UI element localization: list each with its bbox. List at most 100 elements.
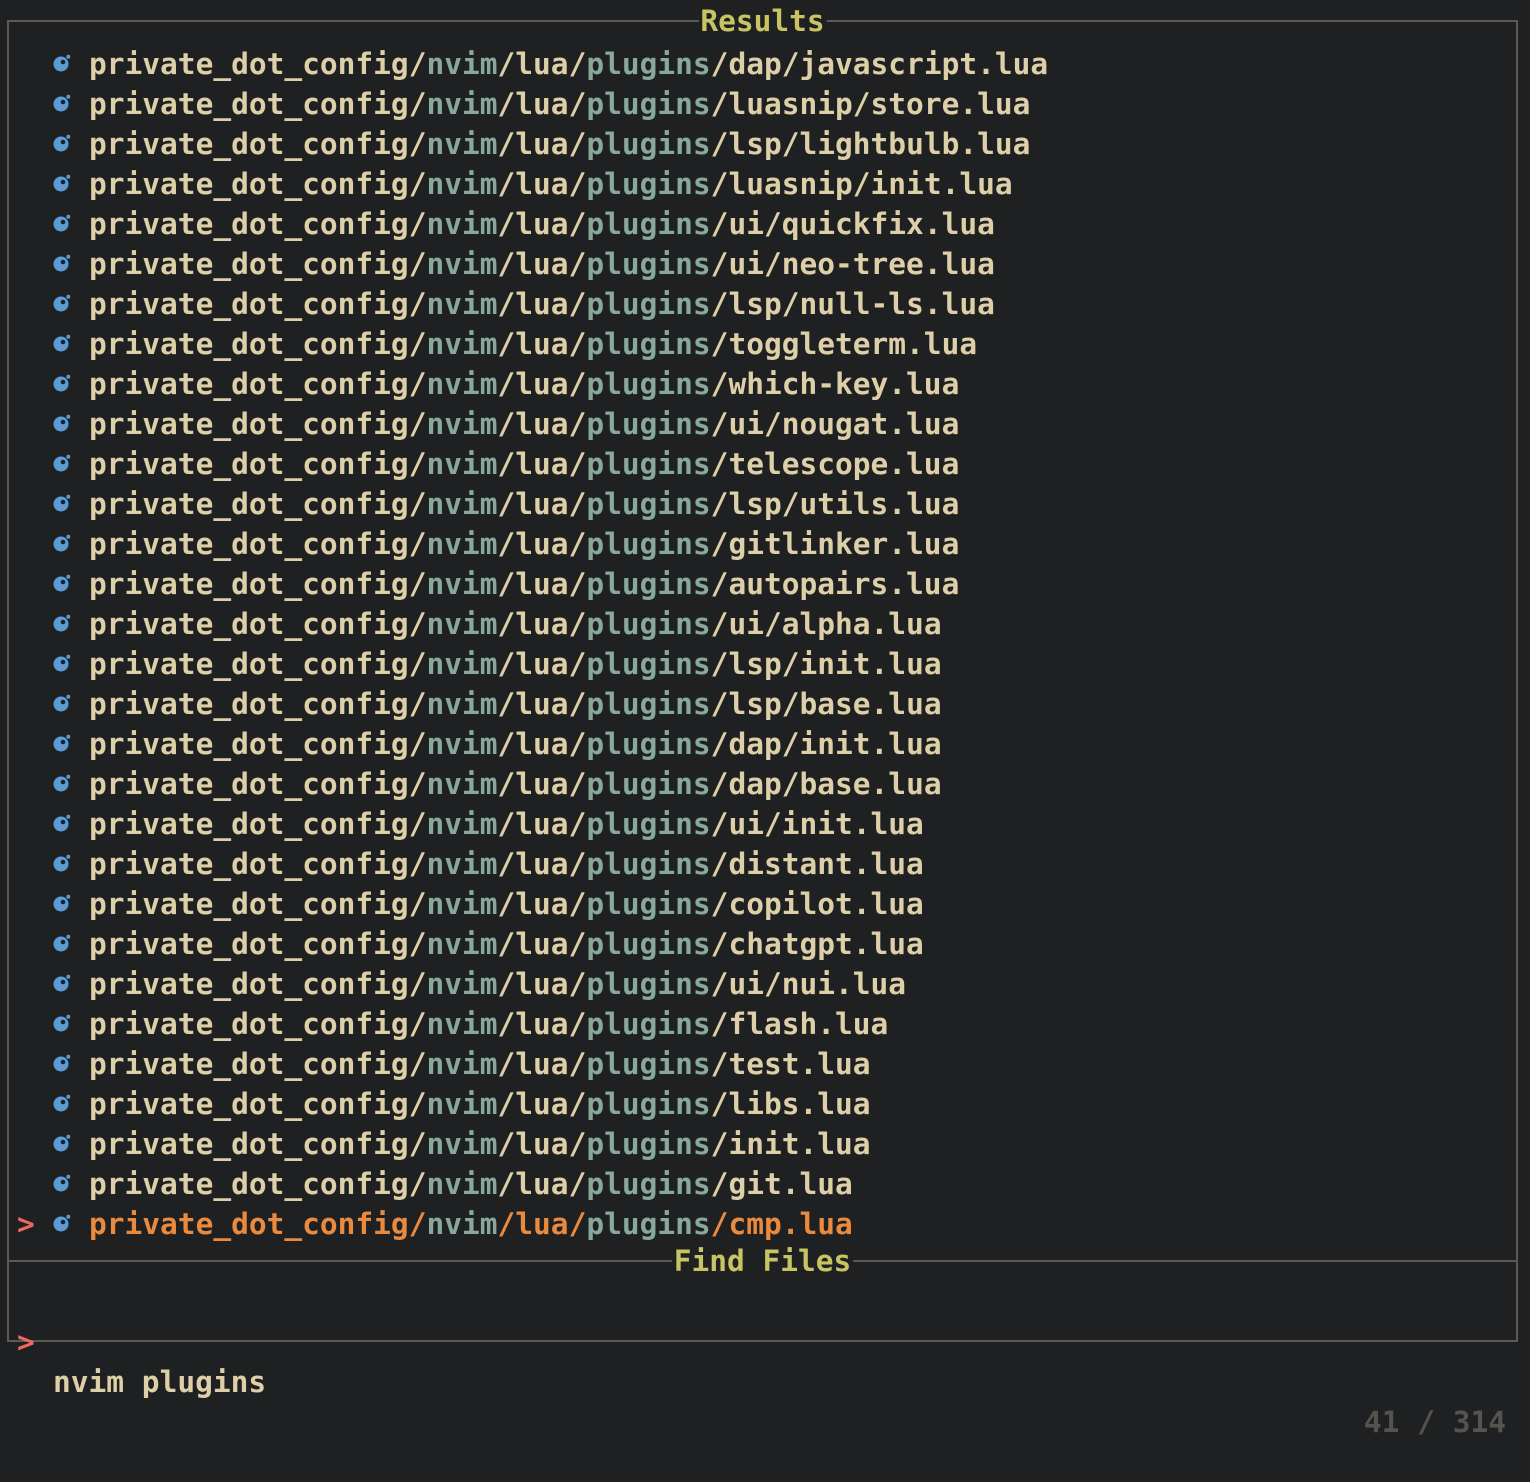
prompt-caret: > [17,1325,35,1359]
result-path: private_dot_config/nvim/lua/plugins/chat… [89,927,924,961]
result-path: private_dot_config/nvim/lua/plugins/dap/… [89,47,1049,81]
result-row[interactable]: private_dot_config/nvim/lua/plugins/ui/a… [9,604,1516,644]
lua-file-icon [53,454,71,472]
lua-file-icon [53,174,71,192]
lua-file-icon [53,1134,71,1152]
lua-file-icon [53,1014,71,1032]
result-row[interactable]: private_dot_config/nvim/lua/plugins/lsp/… [9,124,1516,164]
lua-file-icon [53,934,71,952]
result-row[interactable]: private_dot_config/nvim/lua/plugins/git.… [9,1164,1516,1204]
result-path: private_dot_config/nvim/lua/plugins/ui/i… [89,807,924,841]
result-row[interactable]: private_dot_config/nvim/lua/plugins/ui/n… [9,244,1516,284]
result-path: private_dot_config/nvim/lua/plugins/luas… [89,167,1013,201]
result-path: private_dot_config/nvim/lua/plugins/test… [89,1047,871,1081]
result-path: private_dot_config/nvim/lua/plugins/git.… [89,1167,853,1201]
lua-file-icon [53,294,71,312]
result-row[interactable]: private_dot_config/nvim/lua/plugins/test… [9,1044,1516,1084]
lua-file-icon [53,214,71,232]
result-row[interactable]: private_dot_config/nvim/lua/plugins/copi… [9,884,1516,924]
result-row[interactable]: private_dot_config/nvim/lua/plugins/lsp/… [9,484,1516,524]
result-row-selected[interactable]: > private_dot_config/nvim/lua/plugins/cmp… [9,1204,1516,1244]
result-row[interactable]: private_dot_config/nvim/lua/plugins/libs… [9,1084,1516,1124]
result-row[interactable]: private_dot_config/nvim/lua/plugins/gitl… [9,524,1516,564]
lua-file-icon [53,1094,71,1112]
result-row[interactable]: private_dot_config/nvim/lua/plugins/dap/… [9,764,1516,804]
result-path: private_dot_config/nvim/lua/plugins/ui/a… [89,607,942,641]
result-path: private_dot_config/nvim/lua/plugins/ui/n… [89,967,907,1001]
result-path: private_dot_config/nvim/lua/plugins/auto… [89,567,960,601]
lua-file-icon [53,974,71,992]
lua-file-icon [53,94,71,112]
result-path: private_dot_config/nvim/lua/plugins/dist… [89,847,924,881]
result-path: private_dot_config/nvim/lua/plugins/cmp.… [89,1207,853,1241]
result-row[interactable]: private_dot_config/nvim/lua/plugins/lsp/… [9,684,1516,724]
result-counter: 41 / 314 [1363,1405,1506,1439]
lua-file-icon [53,1214,71,1232]
selection-caret: > [17,1207,35,1241]
result-row[interactable]: private_dot_config/nvim/lua/plugins/luas… [9,84,1516,124]
lua-file-icon [53,774,71,792]
prompt-line: > nvim plugins 41 / 314 [17,1282,1506,1439]
result-path: private_dot_config/nvim/lua/plugins/whic… [89,367,960,401]
result-path: private_dot_config/nvim/lua/plugins/ui/n… [89,247,995,281]
result-path: private_dot_config/nvim/lua/plugins/dap/… [89,727,942,761]
result-path: private_dot_config/nvim/lua/plugins/lsp/… [89,287,995,321]
lua-file-icon [53,414,71,432]
result-row[interactable]: private_dot_config/nvim/lua/plugins/tele… [9,444,1516,484]
lua-file-icon [53,694,71,712]
result-row[interactable]: private_dot_config/nvim/lua/plugins/luas… [9,164,1516,204]
result-row[interactable]: private_dot_config/nvim/lua/plugins/togg… [9,324,1516,364]
search-input[interactable]: nvim plugins [53,1362,266,1402]
result-path: private_dot_config/nvim/lua/plugins/ui/q… [89,207,995,241]
lua-file-icon [53,534,71,552]
result-row[interactable]: private_dot_config/nvim/lua/plugins/dap/… [9,44,1516,84]
result-path: private_dot_config/nvim/lua/plugins/lsp/… [89,127,1031,161]
result-path: private_dot_config/nvim/lua/plugins/lsp/… [89,487,960,521]
lua-file-icon [53,1174,71,1192]
lua-file-icon [53,334,71,352]
result-row[interactable]: private_dot_config/nvim/lua/plugins/ui/q… [9,204,1516,244]
result-row[interactable]: private_dot_config/nvim/lua/plugins/ui/n… [9,404,1516,444]
result-path: private_dot_config/nvim/lua/plugins/copi… [89,887,924,921]
lua-file-icon [53,614,71,632]
result-row[interactable]: private_dot_config/nvim/lua/plugins/init… [9,1124,1516,1164]
prompt-title: Find Files [671,1244,854,1278]
result-path: private_dot_config/nvim/lua/plugins/ui/n… [89,407,960,441]
lua-file-icon [53,374,71,392]
result-path: private_dot_config/nvim/lua/plugins/lsp/… [89,647,942,681]
lua-file-icon [53,54,71,72]
lua-file-icon [53,254,71,272]
result-row[interactable]: private_dot_config/nvim/lua/plugins/dist… [9,844,1516,884]
result-path: private_dot_config/nvim/lua/plugins/libs… [89,1087,871,1121]
lua-file-icon [53,814,71,832]
result-row[interactable]: private_dot_config/nvim/lua/plugins/lsp/… [9,284,1516,324]
result-row[interactable]: private_dot_config/nvim/lua/plugins/auto… [9,564,1516,604]
prompt-panel: Find Files > nvim plugins 41 / 314 [7,1244,1518,1439]
result-row[interactable]: private_dot_config/nvim/lua/plugins/chat… [9,924,1516,964]
result-path: private_dot_config/nvim/lua/plugins/togg… [89,327,978,361]
lua-file-icon [53,1054,71,1072]
results-panel: Results private_dot_config/nvim/lua/plug… [7,4,1518,1262]
result-path: private_dot_config/nvim/lua/plugins/tele… [89,447,960,481]
result-path: private_dot_config/nvim/lua/plugins/init… [89,1127,871,1161]
result-row[interactable]: private_dot_config/nvim/lua/plugins/ui/i… [9,804,1516,844]
result-path: private_dot_config/nvim/lua/plugins/dap/… [89,767,942,801]
lua-file-icon [53,654,71,672]
result-row[interactable]: private_dot_config/nvim/lua/plugins/whic… [9,364,1516,404]
result-path: private_dot_config/nvim/lua/plugins/lsp/… [89,687,942,721]
result-row[interactable]: private_dot_config/nvim/lua/plugins/flas… [9,1004,1516,1044]
lua-file-icon [53,854,71,872]
results-list: private_dot_config/nvim/lua/plugins/dap/… [9,44,1516,1244]
result-path: private_dot_config/nvim/lua/plugins/flas… [89,1007,889,1041]
lua-file-icon [53,734,71,752]
results-title: Results [698,4,827,38]
result-row[interactable]: private_dot_config/nvim/lua/plugins/lsp/… [9,644,1516,684]
lua-file-icon [53,494,71,512]
result-path: private_dot_config/nvim/lua/plugins/luas… [89,87,1031,121]
lua-file-icon [53,894,71,912]
result-row[interactable]: private_dot_config/nvim/lua/plugins/ui/n… [9,964,1516,1004]
lua-file-icon [53,134,71,152]
result-path: private_dot_config/nvim/lua/plugins/gitl… [89,527,960,561]
lua-file-icon [53,574,71,592]
result-row[interactable]: private_dot_config/nvim/lua/plugins/dap/… [9,724,1516,764]
